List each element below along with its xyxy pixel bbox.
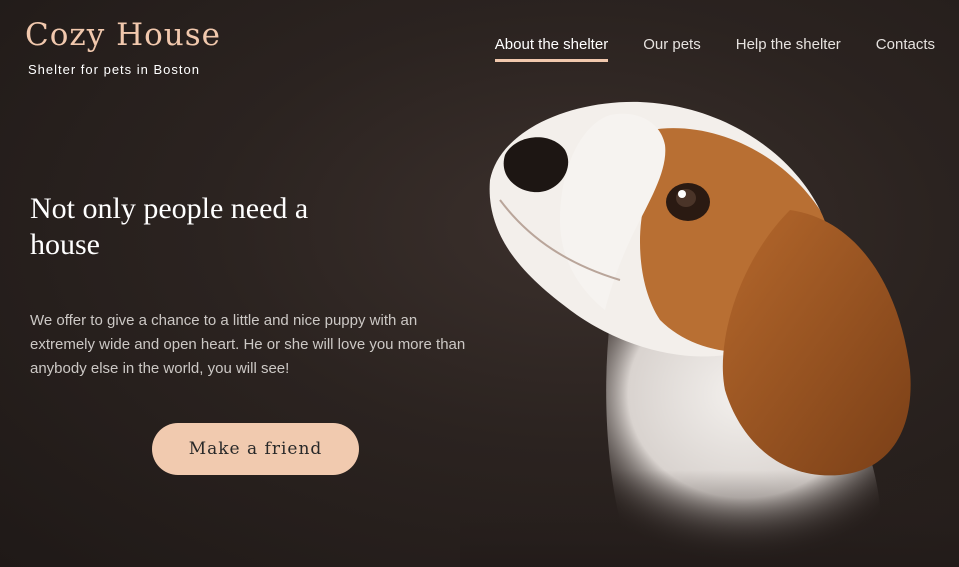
make-a-friend-button[interactable]: Make a friend: [152, 423, 359, 475]
logo-subtitle: Shelter for pets in Boston: [28, 62, 200, 77]
logo-title[interactable]: Cozy House: [25, 16, 221, 54]
nav-item-help[interactable]: Help the shelter: [736, 36, 841, 62]
puppy-image: [460, 101, 959, 567]
page: Cozy House Shelter for pets in Boston Ab…: [0, 0, 959, 567]
main-nav: About the shelter Our pets Help the shel…: [494, 36, 935, 62]
logo[interactable]: Cozy House Shelter for pets in Boston: [25, 16, 221, 77]
hero-description: We offer to give a chance to a little an…: [30, 312, 466, 377]
nav-item-about[interactable]: About the shelter: [494, 36, 609, 62]
nav-item-our-pets[interactable]: Our pets: [643, 36, 701, 62]
nav-item-contacts[interactable]: Contacts: [876, 36, 935, 62]
hero-title: Not only people need a house: [30, 192, 309, 261]
